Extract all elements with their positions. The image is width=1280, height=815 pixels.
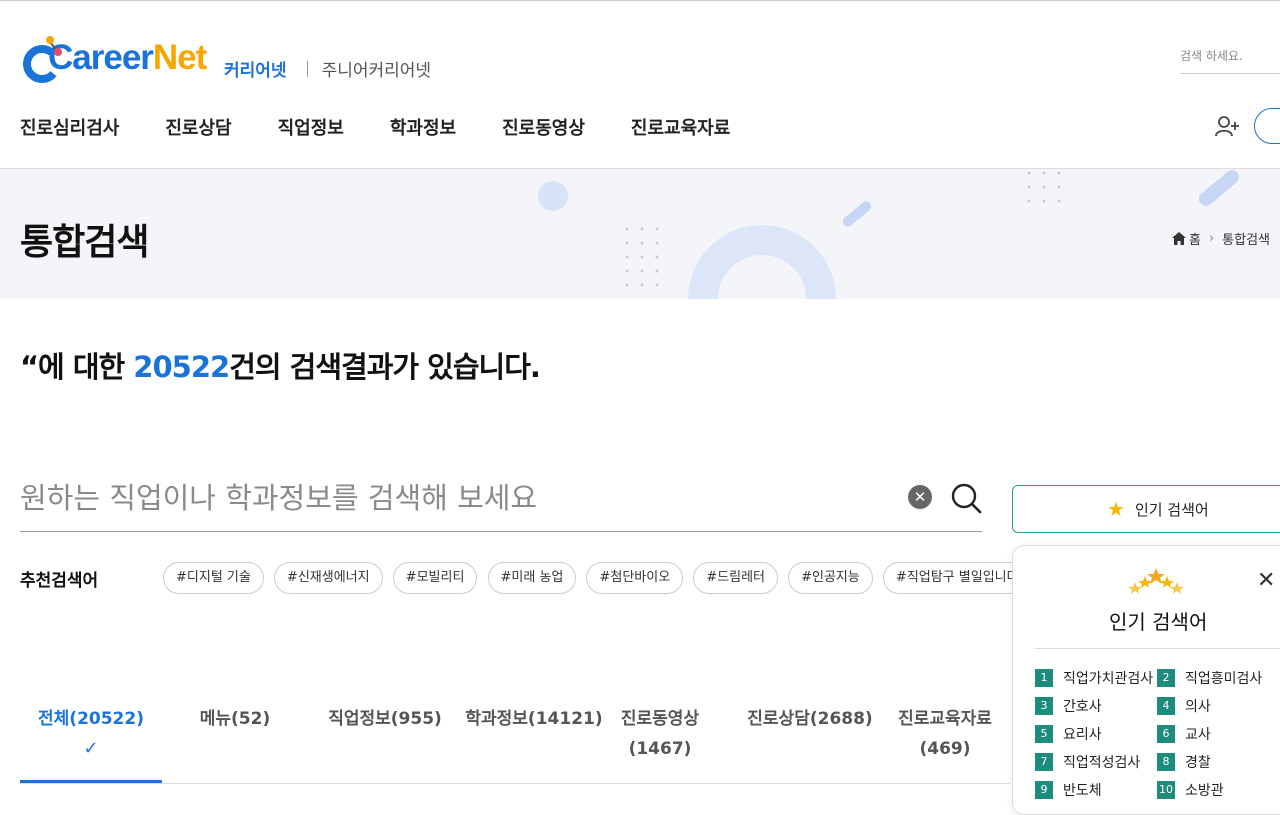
tab-all-label: 전체(20522) — [38, 709, 144, 729]
result-suffix: 건의 검색결과가 있습니다. — [229, 350, 541, 384]
popular-item-label: 반도체 — [1063, 783, 1102, 799]
breadcrumb-home[interactable]: 홈 — [1189, 229, 1201, 248]
result-tabs: 전체(20522) ✓ 메뉴(52) 직업정보(955) 학과정보(14121)… — [20, 704, 1010, 800]
rank-badge: 2 — [1157, 669, 1175, 687]
popular-item-6[interactable]: 6 교사 — [1157, 724, 1211, 744]
logo-text-net: Net — [152, 38, 207, 77]
tag-dream-letter[interactable]: #드림레터 — [693, 562, 778, 594]
careernet-logo[interactable]: CareerNet — [20, 30, 207, 86]
nav-item-videos[interactable]: 진로동영상 — [502, 114, 585, 140]
rank-badge: 4 — [1157, 697, 1175, 715]
tab-all[interactable]: 전체(20522) ✓ — [20, 704, 162, 764]
rank-badge: 7 — [1035, 753, 1053, 771]
rank-badge: 1 — [1035, 669, 1053, 687]
divider — [306, 60, 308, 77]
recommend-label: 추천검색어 — [20, 571, 99, 591]
popular-item-9[interactable]: 9 반도체 — [1035, 780, 1102, 800]
clear-icon[interactable]: ✕ — [908, 485, 932, 509]
popular-keywords-panel: ✕ 인기 검색어 1 직업가치관검사 2 직업흥미검사 3 간호사 4 의사 5 요리사 … — [1012, 545, 1280, 815]
tag-digital-tech[interactable]: #디지털 기술 — [163, 562, 264, 594]
site-tab-junior[interactable]: 주니어커리어넷 — [322, 56, 431, 81]
tab-major-info[interactable]: 학과정보(14121) — [452, 704, 616, 734]
rank-badge: 10 — [1157, 781, 1175, 799]
popular-item-label: 경찰 — [1185, 755, 1211, 771]
popular-button-label: 인기 검색어 — [1134, 500, 1209, 519]
popular-item-3[interactable]: 3 간호사 — [1035, 696, 1102, 716]
star-icon: ★ — [1107, 497, 1125, 521]
tag-ai[interactable]: #인공지능 — [788, 562, 873, 594]
popular-item-label: 직업적성검사 — [1063, 755, 1141, 771]
user-add-icon[interactable] — [1214, 114, 1240, 140]
popular-item-2[interactable]: 2 직업흥미검사 — [1157, 668, 1262, 688]
top-border — [0, 0, 1280, 1]
site-tab-careernet[interactable]: 커리어넷 — [224, 56, 287, 81]
close-icon[interactable]: ✕ — [1257, 568, 1275, 593]
tab-videos[interactable]: 진로동영상 (1467) — [600, 704, 720, 764]
recommend-tags: #디지털 기술 #신재생에너지 #모빌리티 #미래 농업 #첨단바이오 #드림레… — [163, 562, 1013, 596]
login-button[interactable] — [1254, 108, 1280, 144]
home-icon[interactable] — [1172, 232, 1186, 245]
main-nav: 진로심리검사 진로상담 직업정보 학과정보 진로동영상 진로교육자료 — [20, 114, 776, 140]
tag-job-explore[interactable]: #직업탐구 별일입니다 — [882, 562, 1013, 594]
result-summary: “에 대한 20522건의 검색결과가 있습니다. — [20, 344, 541, 386]
nav-item-edu-materials[interactable]: 진로교육자료 — [631, 114, 730, 140]
breadcrumb-current: 통합검색 — [1222, 233, 1271, 248]
popular-item-8[interactable]: 8 경찰 — [1157, 752, 1211, 772]
nav-item-counseling[interactable]: 진로상담 — [165, 114, 231, 140]
popular-item-1[interactable]: 1 직업가치관검사 — [1035, 668, 1153, 688]
rank-badge: 3 — [1035, 697, 1053, 715]
rank-badge: 5 — [1035, 725, 1053, 743]
breadcrumb: 홈 › 통합검색 — [1172, 229, 1270, 248]
rank-badge: 9 — [1035, 781, 1053, 799]
nav-item-job-info[interactable]: 직업정보 — [278, 114, 344, 140]
main-search-box: ✕ — [20, 470, 982, 532]
popular-item-label: 교사 — [1185, 727, 1211, 743]
popular-keywords-button[interactable]: ★ 인기 검색어 — [1012, 485, 1280, 533]
nav-item-major-info[interactable]: 학과정보 — [390, 114, 456, 140]
popular-panel-title: 인기 검색어 — [1109, 610, 1208, 634]
popular-item-label: 요리사 — [1063, 727, 1102, 743]
result-count: 20522 — [133, 350, 230, 384]
page-banner: 통합검색 홈 › 통합검색 — [0, 169, 1280, 299]
banner-decoration — [538, 170, 1240, 299]
site-switch: 커리어넷 주니어커리어넷 — [224, 56, 431, 81]
tab-job-info[interactable]: 직업정보(955) — [310, 704, 460, 734]
popular-item-label: 직업흥미검사 — [1185, 671, 1263, 687]
check-icon: ✓ — [83, 738, 99, 759]
popular-item-7[interactable]: 7 직업적성검사 — [1035, 752, 1140, 772]
tab-counseling[interactable]: 진로상담(2688) — [728, 704, 892, 734]
rank-badge: 8 — [1157, 753, 1175, 771]
popular-item-label: 의사 — [1185, 699, 1211, 715]
chevron-right-icon: › — [1208, 231, 1215, 246]
popular-item-label: 소방관 — [1185, 783, 1224, 799]
tag-biotech[interactable]: #첨단바이오 — [586, 562, 684, 594]
tab-menu[interactable]: 메뉴(52) — [182, 704, 288, 734]
main-search-input[interactable] — [20, 476, 890, 520]
panel-divider — [1035, 648, 1280, 649]
header-search-input[interactable]: 검색 하세요. — [1180, 44, 1280, 74]
result-prefix: “에 대한 — [20, 350, 134, 384]
popular-item-4[interactable]: 4 의사 — [1157, 696, 1211, 716]
rank-badge: 6 — [1157, 725, 1175, 743]
tag-future-agriculture[interactable]: #미래 농업 — [487, 562, 577, 594]
popular-item-label: 간호사 — [1063, 699, 1102, 715]
tabs-divider — [20, 783, 1010, 784]
search-icon[interactable] — [950, 482, 982, 514]
logo-mark-icon — [23, 36, 62, 83]
tag-mobility[interactable]: #모빌리티 — [392, 562, 478, 594]
stars-icon — [1128, 568, 1184, 594]
popular-item-label: 직업가치관검사 — [1063, 671, 1154, 687]
popular-item-5[interactable]: 5 요리사 — [1035, 724, 1102, 744]
tag-renewable-energy[interactable]: #신재생에너지 — [273, 562, 383, 594]
page-title: 통합검색 — [20, 222, 149, 263]
nav-item-psych-test[interactable]: 진로심리검사 — [20, 114, 119, 140]
tab-edu-materials[interactable]: 진로교육자료 (469) — [886, 704, 1004, 764]
popular-item-10[interactable]: 10 소방관 — [1157, 780, 1224, 800]
